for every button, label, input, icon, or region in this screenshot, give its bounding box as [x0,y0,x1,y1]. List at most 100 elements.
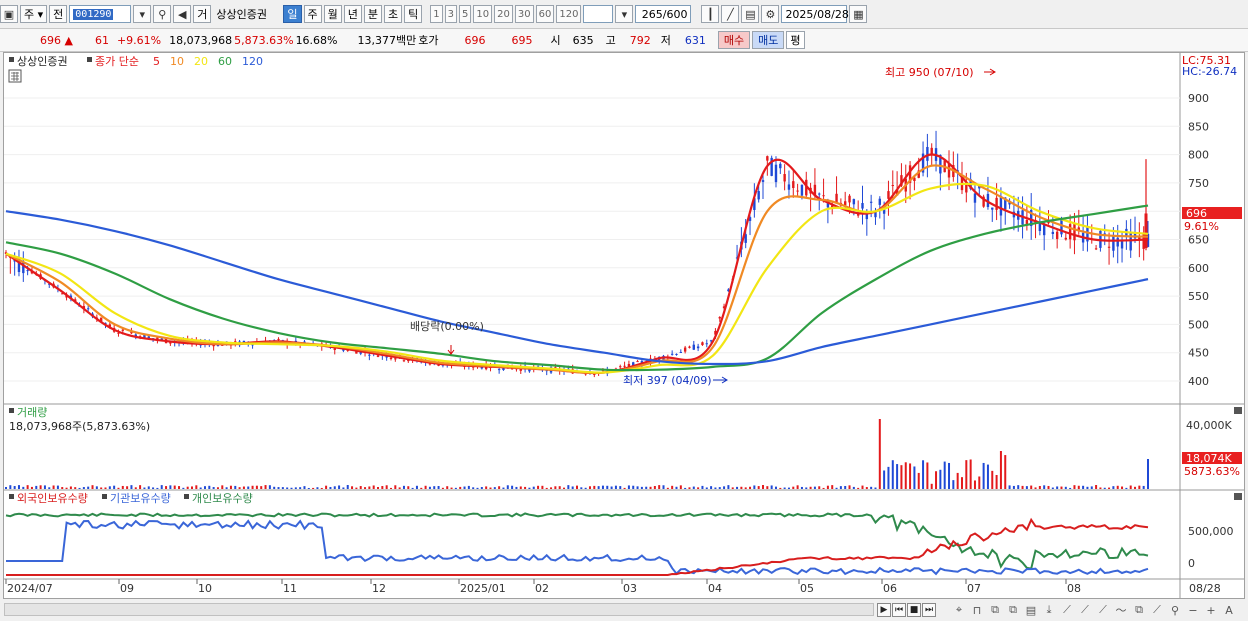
volume-bar [701,485,704,489]
date-input[interactable]: 2025/08/28 [781,5,849,23]
ma-legend: 5 10 20 60 120 [153,55,263,68]
window-icon[interactable]: ▣ [0,5,18,23]
volume-bar [662,485,665,489]
volume-bar [779,487,782,489]
volume-bar [454,487,457,489]
candle-body [1073,223,1076,241]
volume-bar [1112,486,1115,489]
font-size-icon[interactable]: A [1220,603,1238,617]
first-page-icon[interactable]: ⏮ [892,603,906,617]
trend-tool-icon[interactable]: ⟋ [1058,603,1076,617]
volume-bar [658,485,661,489]
volume-bar [160,485,163,489]
sell-button[interactable]: 매도 [752,31,785,49]
stock-chart[interactable]: 상상인증권 종가 단순 5 10 20 60 120 최고 950 (07/10) 최저… [4,53,1244,598]
interval-tab[interactable]: 20 [494,5,513,23]
current-price: 696 ▲ [40,33,73,47]
zoom-search-icon[interactable]: ⚲ [1166,603,1184,617]
save-icon[interactable]: ▤ [741,5,760,23]
volume-bar [632,485,635,489]
wave-tool-icon[interactable]: 〜 [1112,603,1130,617]
interval-tab[interactable]: 30 [514,5,534,23]
candle-body [593,373,596,375]
print-icon[interactable]: ▤ [1022,603,1040,617]
fullscreen-icon[interactable]: ⧉ [986,603,1004,617]
interval-dropdown-icon[interactable]: ▾ [615,5,634,23]
channel-tool-icon[interactable]: ⟋ [1094,603,1112,617]
period-tab[interactable]: 주 [303,5,322,23]
crosshair-icon[interactable]: ⌖ [950,603,968,617]
volume-bar [1047,485,1050,489]
buy-button[interactable]: 매수 [717,31,751,49]
pane-close-icon[interactable] [1234,407,1242,414]
volume-bar [550,487,553,489]
copy-icon[interactable]: ⧉ [1004,603,1022,617]
search-icon[interactable]: ⚲ [153,5,172,23]
candle-body [835,193,838,203]
volume-bar [333,486,336,489]
calendar-icon[interactable]: ▦ [849,5,868,23]
draw-tool-icon[interactable]: ╱ [721,5,740,23]
settings-gear-icon[interactable]: ⚙ [761,5,780,23]
period-type-select[interactable]: 주 ▾ [20,5,48,23]
period-tab[interactable]: 월 [323,5,342,23]
period-tab[interactable]: 분 [363,5,383,23]
volume-bar [100,487,103,489]
volume-bar [519,486,522,489]
volume-bar [960,477,963,489]
zoom-out-icon[interactable]: − [1184,603,1202,617]
volume-bar [900,465,903,489]
volume-bar [762,485,765,489]
name-mode-button[interactable]: 거 [193,5,212,23]
interval-custom-input[interactable] [583,5,614,23]
count-input[interactable]: 265/600 [635,5,692,23]
volume-bar [247,486,250,489]
period-tab[interactable]: 초 [384,5,403,23]
scrollbar[interactable] [4,603,874,616]
volume-bar [567,485,570,489]
scroll-right-icon[interactable]: ▶ [877,603,891,617]
candle-body [779,163,782,169]
last-page-icon[interactable]: ⏭ [922,603,936,617]
interval-tab[interactable]: 120 [556,5,582,23]
volume-bar [485,486,488,489]
pattern-tool-icon[interactable]: ⧉ [1130,603,1148,617]
magnet-icon[interactable]: ⊓ [968,603,986,617]
code-dropdown-icon[interactable]: ▾ [133,5,152,23]
stop-icon[interactable]: ■ [907,603,921,617]
period-tab[interactable]: 틱 [404,5,423,23]
volume-bar [952,480,955,489]
interval-tab[interactable]: 5 [459,5,472,23]
export-icon[interactable]: ⤓ [1040,603,1058,617]
text-tool-icon[interactable]: ⟋ [1148,603,1166,617]
volume-bar [216,487,219,489]
chart-area[interactable]: 상상인증권 종가 단순 5 10 20 60 120 최고 950 (07/10) 최저… [3,52,1245,599]
volume-bar [61,487,64,489]
candle-body [376,355,380,357]
volume-bar [320,487,323,489]
volume-bar [805,487,808,489]
eval-button[interactable]: 평 [786,31,805,49]
interval-tab[interactable]: 60 [535,5,555,23]
period-tab[interactable]: 년 [343,5,362,23]
legend-ma-title: 종가 단순 [95,55,139,68]
interval-tab[interactable]: 1 [430,5,443,23]
fib-tool-icon[interactable]: ⟋ [1076,603,1094,617]
volume-bar [17,485,20,489]
period-tab[interactable]: 일 [283,5,302,23]
candle-body [757,191,760,200]
candle-body [1107,246,1111,248]
volume-bar [130,485,133,489]
speaker-icon[interactable]: ◀ [173,5,192,23]
pane-close-icon[interactable] [1234,493,1242,500]
prev-button[interactable]: 전 [49,5,68,23]
stock-code-input[interactable]: 001290 [69,5,132,23]
candle-type-icon[interactable]: ┃ [701,5,720,23]
interval-tab[interactable]: 3 [444,5,458,23]
x-label: 07 [967,582,981,595]
zoom-in-icon[interactable]: + [1202,603,1220,617]
volume-bar [121,485,124,489]
volume-bar [1086,486,1089,489]
interval-tab[interactable]: 10 [473,5,493,23]
holding-tick: 0 [1188,557,1195,570]
